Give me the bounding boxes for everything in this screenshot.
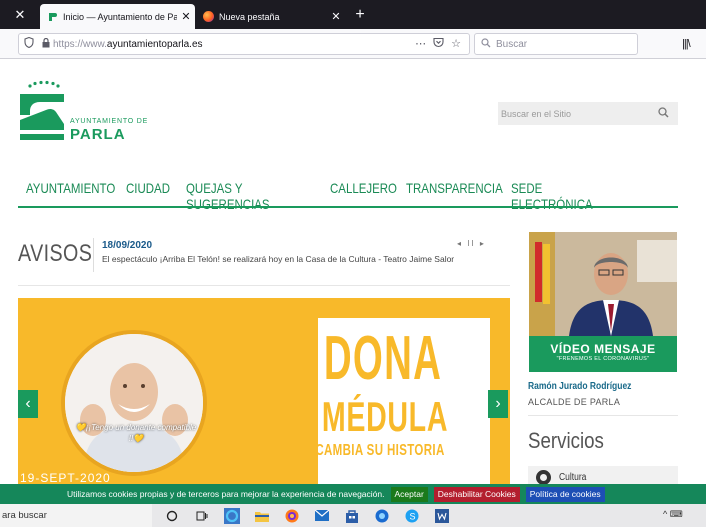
nav-item-transparencia: TRANSPARENCIA	[406, 180, 503, 196]
more-icon[interactable]: ⋯	[415, 37, 426, 51]
theater-icon	[536, 469, 551, 485]
parla-favicon-icon	[48, 12, 58, 22]
banner-dona: DONA	[323, 324, 443, 393]
avisos-separator	[93, 238, 94, 272]
nav-item-sede: SEDE ELECTRÓNICA	[511, 180, 593, 212]
donor-quote: 💛¡¡Tengo un donante compatible !!💛	[75, 423, 197, 443]
avisos-title: AVISOS	[18, 240, 93, 267]
servicios-title: Servicios	[528, 428, 604, 453]
nav-item-ciudad: CIUDAD	[126, 180, 171, 196]
tab-title: Inicio — Ayuntamiento de Parla	[63, 11, 177, 22]
tab-close-icon[interactable]: ✕	[327, 10, 345, 23]
nav-item-ayuntamiento: AYUNTAMIENTO	[26, 180, 116, 196]
cookie-bar: Utilizamos cookies propias y de terceros…	[0, 484, 706, 504]
logo-line1: AYUNTAMIENTO DE	[70, 118, 149, 125]
url-text[interactable]: https://www.ayuntamientoparla.es	[53, 39, 415, 50]
bookmark-star-icon[interactable]: ☆	[451, 37, 461, 51]
system-tray[interactable]: ^ ⌨	[663, 509, 683, 520]
carousel-next-button[interactable]: ›	[488, 390, 508, 418]
taskbar: ara buscar S ^ ⌨	[0, 504, 706, 527]
banner-cambia: CAMBIA SU HISTORIA	[315, 442, 445, 459]
cookie-policy-button[interactable]: Política de cookies	[525, 486, 605, 502]
nav-divider	[18, 206, 678, 208]
edge-icon[interactable]	[223, 507, 241, 525]
carousel-banner[interactable]: 💛¡¡Tengo un donante compatible !!💛 DONA …	[18, 298, 510, 484]
mayor-photo	[529, 232, 677, 336]
url-bar[interactable]: https://www.ayuntamientoparla.es ⋯ ☆	[18, 33, 470, 55]
disable-cookies-button[interactable]: Deshabilitar Cookies	[433, 486, 520, 502]
lock-icon[interactable]	[39, 37, 53, 50]
search-icon	[481, 37, 491, 51]
nav-item-callejero: CALLEJERO	[330, 180, 397, 196]
tab-close-icon[interactable]: ✕	[177, 10, 195, 23]
video-subtitle: "FRENEMOS EL CORONAVIRUS"	[556, 356, 650, 362]
tab-title: Nueva pestaña	[219, 11, 280, 22]
firefox-favicon-icon	[203, 11, 214, 22]
banner-date: 19-SEPT-2020	[20, 471, 111, 484]
mayor-name[interactable]: Ramón Jurado Rodríguez	[528, 381, 631, 392]
svg-text:S: S	[410, 511, 416, 521]
main-nav: AYUNTAMIENTO CIUDAD QUEJAS Y SUGERENCIAS…	[26, 180, 631, 214]
cortana-icon[interactable]	[163, 507, 181, 525]
video-card[interactable]: VÍDEO MENSAJE "FRENEMOS EL CORONAVIRUS"	[529, 232, 677, 372]
service-label: Cultura	[559, 471, 587, 483]
site-search-input[interactable]	[498, 103, 648, 124]
task-view-icon[interactable]	[193, 507, 211, 525]
mail-icon[interactable]	[313, 507, 331, 525]
video-title: VÍDEO MENSAJE	[550, 342, 656, 356]
library-icon[interactable]: |||\	[682, 38, 691, 50]
banner-medula: MÉDULA	[321, 393, 449, 440]
site-search	[498, 102, 678, 125]
browser-tab-bar: ✕ Inicio — Ayuntamiento de Parla ✕ Nueva…	[0, 0, 706, 29]
mayor-divider	[528, 415, 678, 416]
aviso-text[interactable]: El espectáculo ¡Arriba El Telón! se real…	[102, 254, 454, 264]
browser-search-placeholder: Buscar	[496, 38, 528, 50]
aviso-ticker-controls[interactable]: ◂ II ▸	[457, 239, 486, 248]
store-icon[interactable]	[343, 507, 361, 525]
word-icon[interactable]	[433, 507, 451, 525]
cookie-text: Utilizamos cookies propias y de terceros…	[67, 489, 385, 499]
browser-toolbar: https://www.ayuntamientoparla.es ⋯ ☆ Bus…	[0, 29, 706, 59]
logo-line2: PARLA	[70, 126, 126, 143]
skype-icon[interactable]: S	[403, 507, 421, 525]
pocket-icon[interactable]	[433, 37, 444, 51]
file-explorer-icon[interactable]	[253, 507, 271, 525]
shield-icon[interactable]	[19, 36, 39, 51]
close-icon[interactable]: ✕	[0, 0, 40, 29]
browser-globe-icon[interactable]	[373, 507, 391, 525]
tab-nueva-pestana[interactable]: Nueva pestaña ✕	[195, 4, 345, 29]
donor-photo	[61, 330, 207, 476]
new-tab-button[interactable]: +	[349, 4, 371, 26]
nav-item-quejas: QUEJAS Y SUGERENCIAS	[186, 180, 270, 212]
search-icon[interactable]	[648, 106, 678, 121]
taskbar-search[interactable]: ara buscar	[0, 504, 152, 527]
carousel-prev-button[interactable]: ‹	[18, 390, 38, 418]
tab-inicio[interactable]: Inicio — Ayuntamiento de Parla ✕	[40, 4, 195, 29]
avisos-divider	[18, 285, 510, 286]
browser-search-bar[interactable]: Buscar	[474, 33, 638, 55]
firefox-icon[interactable]	[283, 507, 301, 525]
aviso-date[interactable]: 18/09/2020	[102, 240, 152, 251]
mayor-role: ALCALDE DE PARLA	[528, 397, 621, 407]
accept-cookies-button[interactable]: Aceptar	[390, 486, 428, 502]
